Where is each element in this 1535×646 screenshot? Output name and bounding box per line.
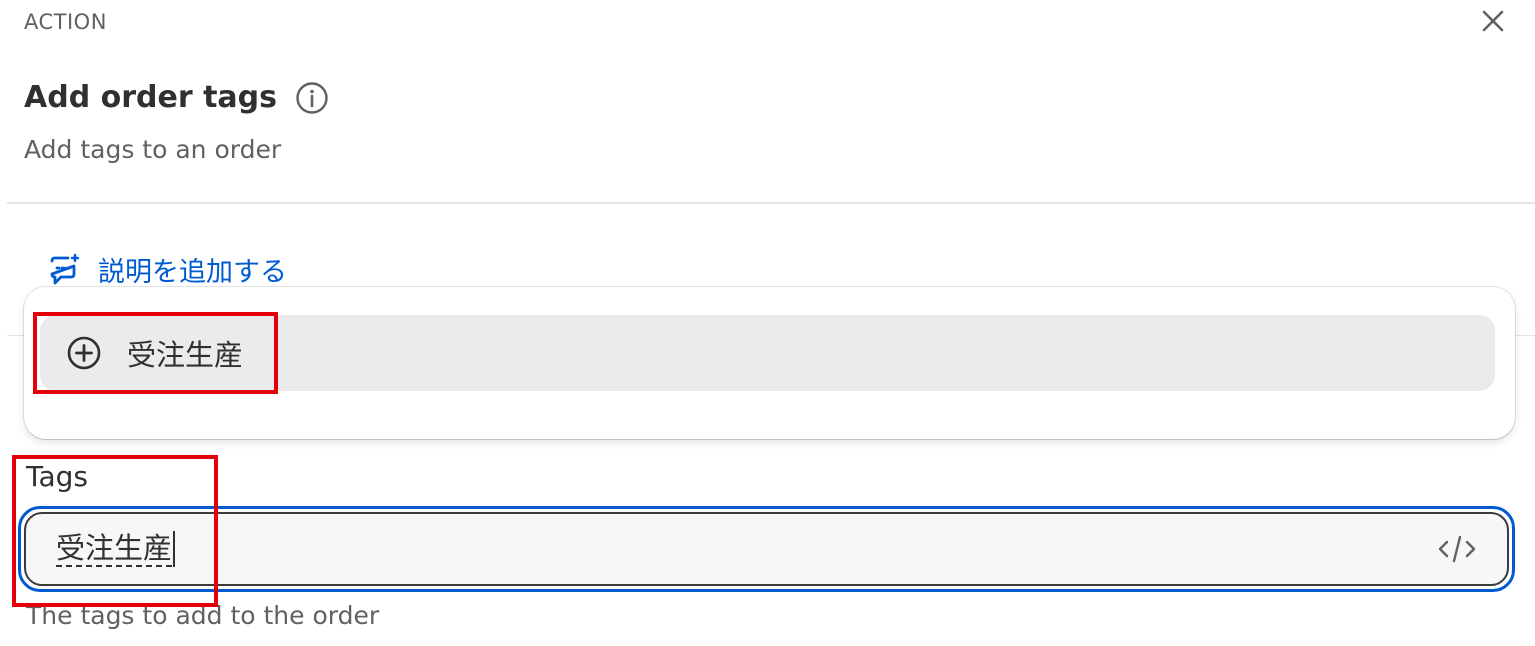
tags-help-text: The tags to add to the order — [26, 601, 380, 630]
header-divider — [7, 202, 1535, 204]
close-button[interactable] — [1476, 4, 1510, 38]
tag-suggestion-option[interactable]: 受注生産 — [40, 315, 1495, 391]
section-label: ACTION — [24, 10, 107, 34]
title-row: Add order tags — [24, 80, 329, 115]
plus-circle-icon — [66, 335, 102, 371]
tag-suggestion-popover: 受注生産 — [24, 287, 1515, 439]
page-subtitle: Add tags to an order — [24, 135, 282, 164]
add-description-link[interactable]: 説明を追加する — [46, 250, 287, 289]
tags-field-label: Tags — [26, 460, 88, 493]
page-title: Add order tags — [24, 80, 277, 115]
code-icon[interactable] — [1437, 532, 1477, 566]
tags-input-value: 受注生産 — [56, 531, 173, 567]
tags-input-focus-ring: 受注生産 — [18, 506, 1515, 592]
info-icon[interactable] — [295, 81, 329, 115]
add-description-label: 説明を追加する — [98, 257, 287, 288]
tag-suggestion-label: 受注生産 — [127, 338, 244, 372]
comment-sparkle-icon — [46, 252, 82, 288]
tags-input[interactable]: 受注生産 — [24, 512, 1509, 586]
close-icon — [1482, 10, 1504, 32]
text-caret — [173, 531, 176, 567]
action-panel: ACTION Add order tags Add tags to an ord… — [0, 0, 1535, 646]
